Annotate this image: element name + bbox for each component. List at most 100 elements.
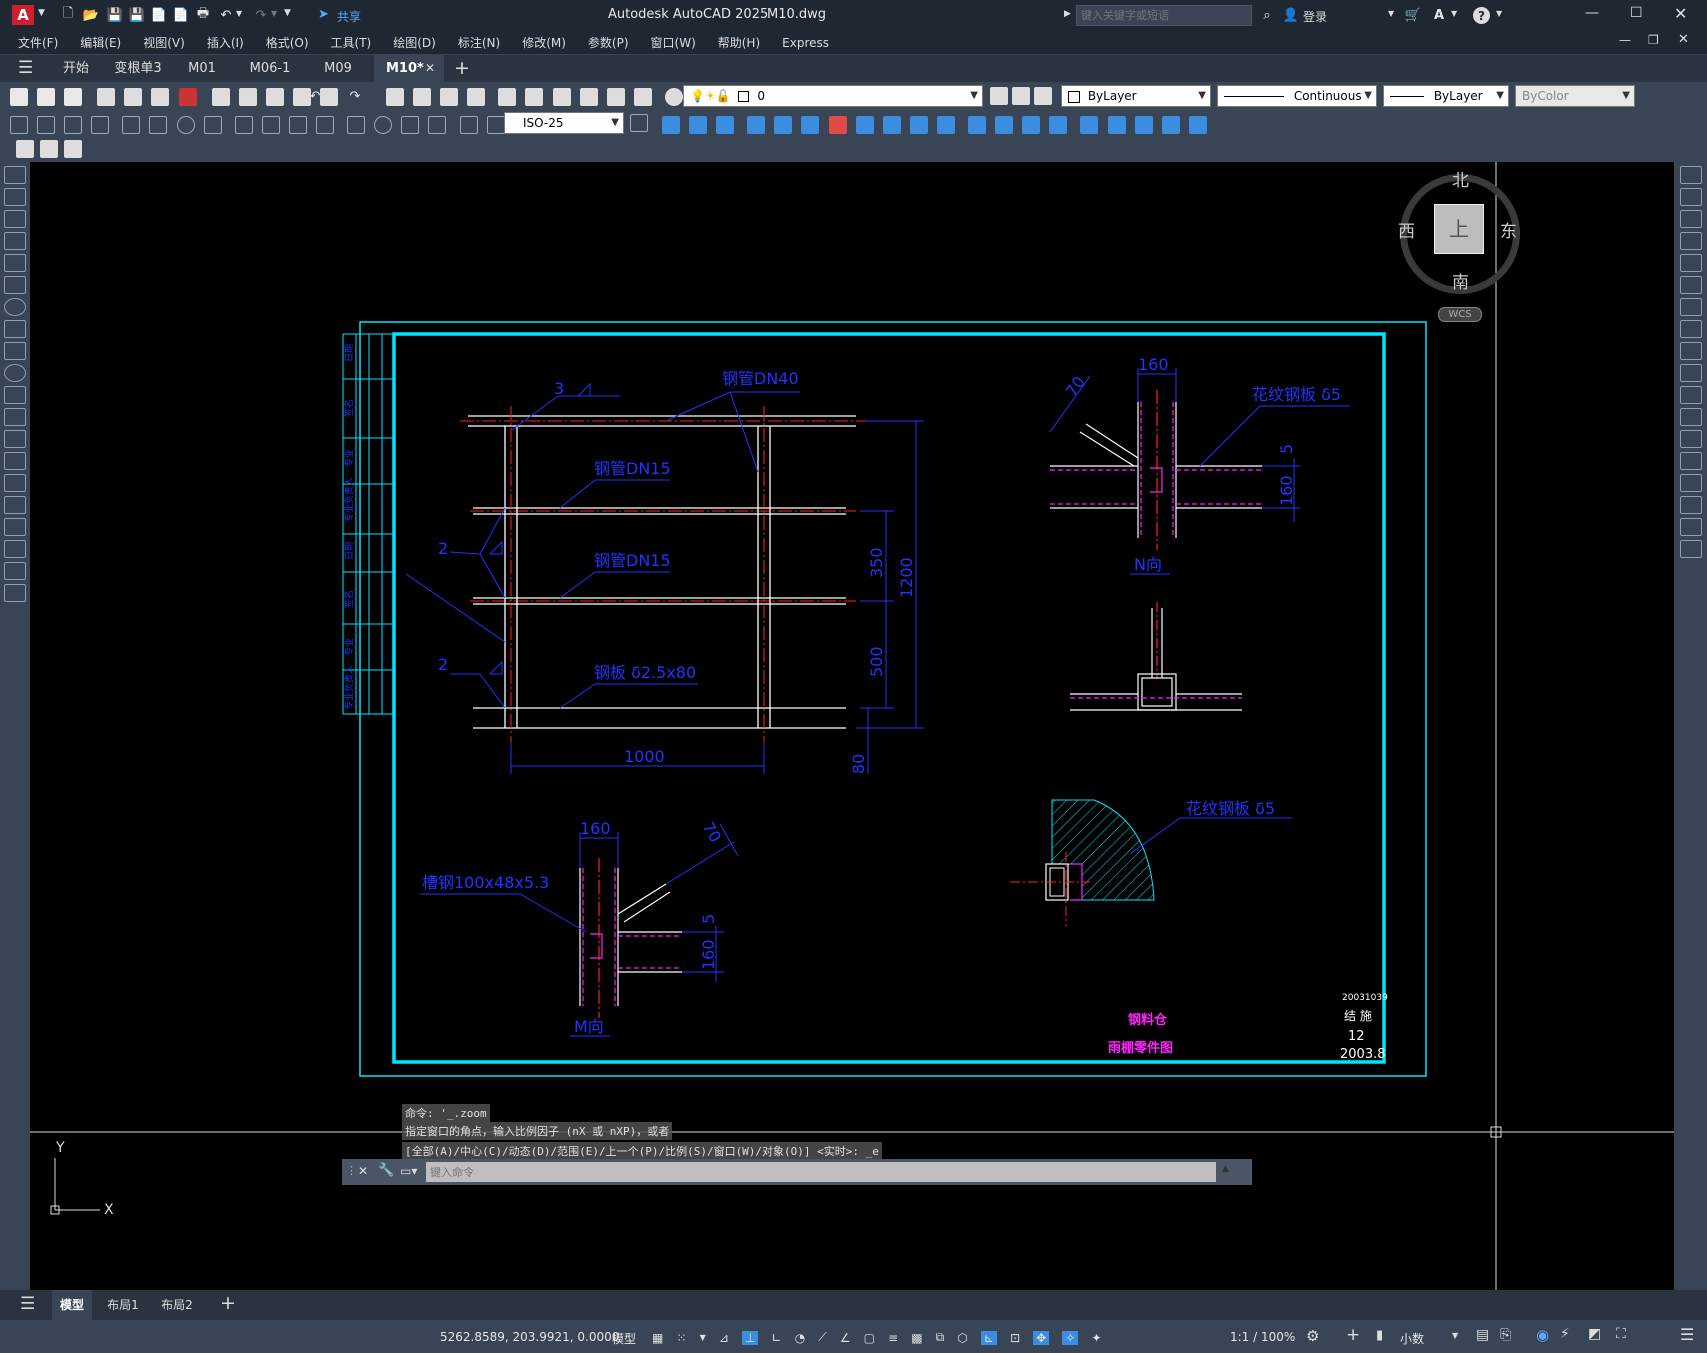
dynamic-ucs-icon[interactable]: ⊾ xyxy=(980,1330,997,1345)
inspection-icon[interactable] xyxy=(401,115,420,134)
ordinate-dim-icon[interactable] xyxy=(91,115,110,134)
offset-icon[interactable] xyxy=(747,115,766,134)
layer-previous-icon[interactable] xyxy=(1012,87,1030,105)
command-grip-icon[interactable]: ⋮ xyxy=(346,1164,357,1177)
close-icon[interactable]: ✕ xyxy=(1674,4,1687,23)
viewcube-face[interactable]: 上 xyxy=(1434,204,1484,254)
pan-icon[interactable] xyxy=(386,87,404,106)
circle-icon[interactable] xyxy=(4,298,26,316)
extend-icon[interactable] xyxy=(936,115,955,134)
search-input[interactable] xyxy=(1076,5,1252,26)
chamfer-icon[interactable] xyxy=(1679,474,1702,492)
minimize-icon[interactable]: — xyxy=(1585,5,1599,21)
login-button[interactable]: 登录 xyxy=(1303,8,1327,25)
tab-drawing-1[interactable]: 变根单3 xyxy=(100,55,176,83)
object-snap-tracking-icon[interactable]: ∠ xyxy=(840,1331,851,1345)
line-icon[interactable] xyxy=(4,166,26,184)
object-snap-icon[interactable]: ▢ xyxy=(864,1331,875,1345)
units-dropdown-arrow-icon[interactable]: ▼ xyxy=(1452,1331,1458,1340)
new-file-icon[interactable]: 🗋 xyxy=(57,4,79,26)
offset-icon[interactable] xyxy=(1679,232,1702,250)
rectangle-icon[interactable] xyxy=(4,254,26,272)
layer-states-icon[interactable] xyxy=(1034,87,1052,105)
hatch-icon[interactable] xyxy=(4,474,26,492)
point-icon[interactable] xyxy=(4,452,26,470)
copy-icon[interactable] xyxy=(238,87,257,106)
center-mark-icon[interactable] xyxy=(374,115,393,134)
undo-icon[interactable]: ↶ xyxy=(215,4,237,26)
polyline-icon[interactable] xyxy=(4,210,26,228)
units-icon[interactable]: ▮ xyxy=(1376,1328,1383,1343)
revision-cloud-icon[interactable] xyxy=(4,320,26,338)
join-icon[interactable] xyxy=(1679,452,1702,470)
arc-length-icon[interactable] xyxy=(64,115,83,134)
scale-icon[interactable] xyxy=(1679,320,1702,338)
redo-icon[interactable]: ↷ xyxy=(344,85,366,107)
menu-item[interactable]: Express xyxy=(771,32,840,50)
mirror-icon[interactable] xyxy=(1679,210,1702,228)
dim-edit-icon[interactable] xyxy=(459,115,478,134)
mirror-icon[interactable] xyxy=(716,115,735,134)
stretch-icon[interactable] xyxy=(1679,342,1702,360)
ellipse-arc-icon[interactable] xyxy=(4,386,26,404)
help-icon[interactable]: ? xyxy=(1473,7,1490,24)
command-input[interactable] xyxy=(426,1162,1216,1182)
join-icon[interactable] xyxy=(995,115,1014,134)
jogged-linear-icon[interactable] xyxy=(428,115,447,134)
customization-icon[interactable]: ☰ xyxy=(1680,1325,1694,1344)
transparency-icon[interactable]: ▩ xyxy=(911,1331,922,1345)
copy-icon[interactable] xyxy=(1679,188,1702,206)
jogged-dim-icon[interactable] xyxy=(149,115,168,134)
doc-minimize-icon[interactable]: — xyxy=(1619,33,1631,47)
hamburger-icon[interactable]: ☰ xyxy=(18,58,33,78)
rotate-icon[interactable] xyxy=(828,115,847,134)
doc-restore-icon[interactable]: ❐ xyxy=(1648,33,1659,47)
save-icon[interactable] xyxy=(64,87,83,106)
paste-icon[interactable] xyxy=(265,87,284,106)
share-icon[interactable]: ➤ xyxy=(318,7,329,22)
dynamic-input-icon[interactable]: ⊥ xyxy=(742,1330,759,1345)
break-at-point-icon[interactable] xyxy=(1679,408,1702,426)
snap-icon[interactable]: ⁙ xyxy=(676,1331,686,1345)
plot-preview-icon[interactable] xyxy=(124,87,143,106)
infer-constraints-icon[interactable]: ⊿ xyxy=(719,1331,729,1345)
arc-icon[interactable] xyxy=(4,276,26,294)
plotstyle-dropdown[interactable]: ByColor ▼ xyxy=(1515,85,1635,107)
open-web-icon[interactable]: 📄 xyxy=(148,4,170,26)
design-center-icon[interactable] xyxy=(525,87,544,106)
tolerance-icon[interactable] xyxy=(347,115,366,134)
insert-block-icon[interactable] xyxy=(16,140,34,158)
quick-properties-icon[interactable]: ▤ xyxy=(1476,1327,1489,1343)
extend-icon[interactable] xyxy=(1679,386,1702,404)
sheet-set-icon[interactable] xyxy=(579,87,598,106)
calculator-icon[interactable] xyxy=(633,87,652,106)
blend-icon[interactable] xyxy=(1161,115,1180,134)
isodraft-icon[interactable]: ⟋ xyxy=(818,1330,826,1345)
tab-m06-1[interactable]: M06-1 xyxy=(236,55,304,83)
search-icon[interactable]: ⌕ xyxy=(1256,4,1278,26)
lock-ui-icon[interactable]: ⎘ xyxy=(1500,1327,1511,1343)
lineweight-icon[interactable]: ≡ xyxy=(888,1331,898,1345)
gradient-icon[interactable] xyxy=(4,496,26,514)
edit-polyline-icon[interactable] xyxy=(1188,115,1207,134)
cut-icon[interactable] xyxy=(211,87,230,106)
selection-filter-icon[interactable]: ⊡ xyxy=(1010,1331,1020,1345)
layout-tab-1[interactable]: 布局1 xyxy=(100,1290,146,1320)
polar-tracking-icon[interactable]: ◔ xyxy=(795,1331,805,1345)
menu-item[interactable]: 格式(O) xyxy=(255,30,320,51)
app-logo[interactable]: A xyxy=(12,5,34,25)
new-tab-icon[interactable]: + xyxy=(454,57,470,79)
plot-icon[interactable] xyxy=(97,87,116,106)
autodesk-icon[interactable]: A xyxy=(1428,4,1450,26)
layout-tab-model[interactable]: 模型 xyxy=(52,1290,92,1320)
add-selected-icon[interactable] xyxy=(4,584,26,602)
lengthen-icon[interactable] xyxy=(1107,115,1126,134)
open-file-icon[interactable]: 📂 xyxy=(80,4,102,26)
aligned-dim-icon[interactable] xyxy=(37,115,56,134)
menu-item[interactable]: 标注(N) xyxy=(447,30,511,51)
login-dropdown-icon[interactable]: ▼ xyxy=(1388,9,1394,18)
spline-icon[interactable] xyxy=(4,342,26,360)
chamfer-icon[interactable] xyxy=(1022,115,1041,134)
zoom-previous-icon[interactable] xyxy=(467,87,486,106)
autodesk-dropdown-icon[interactable]: ▼ xyxy=(1451,9,1457,18)
